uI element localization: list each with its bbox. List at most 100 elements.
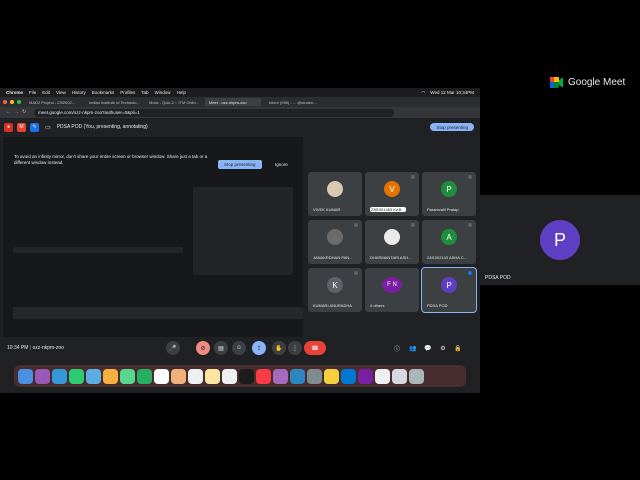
leave-call-button[interactable]: ☎ bbox=[304, 341, 326, 355]
participant-tile-self[interactable]: P PDSA POD bbox=[421, 267, 477, 313]
gmail-icon[interactable]: M bbox=[17, 122, 26, 132]
menu-chrome[interactable]: Chrome bbox=[6, 90, 23, 95]
activities-icon[interactable]: ⚙ bbox=[436, 341, 450, 355]
safari-icon[interactable] bbox=[52, 368, 67, 384]
tab-inbox[interactable]: Inbox (998) - ... @studen... bbox=[265, 98, 321, 106]
menu-file[interactable]: File bbox=[29, 90, 36, 95]
participant-tile[interactable]: A 24f1002143 ASHA C... bbox=[422, 220, 476, 264]
camera-off-icon[interactable]: ⊘ bbox=[196, 341, 210, 355]
mirror-ghost-bar bbox=[13, 247, 183, 253]
chat-icon[interactable]: 💬 bbox=[421, 341, 435, 355]
forward-icon[interactable]: → bbox=[14, 109, 19, 115]
captions-icon[interactable]: ▤ bbox=[214, 341, 228, 355]
participant-tile[interactable]: P Paramvalli Pratap bbox=[422, 172, 476, 216]
menubar-datetime[interactable]: Wed 12 Mar 10:34PM bbox=[430, 90, 474, 95]
participant-name: JANAKRDHAN PAN... bbox=[313, 255, 353, 260]
host-controls-icon[interactable]: 🔒 bbox=[451, 341, 465, 355]
maps-icon[interactable] bbox=[120, 368, 135, 384]
stop-presenting-button[interactable]: Stop presenting bbox=[430, 123, 474, 131]
participant-tile-others[interactable]: F N 4 others bbox=[365, 268, 419, 312]
menu-view[interactable]: View bbox=[56, 90, 66, 95]
warning-stop-presenting-button[interactable]: Stop presenting bbox=[218, 160, 262, 169]
trash-icon[interactable] bbox=[409, 368, 424, 384]
tv-icon[interactable] bbox=[239, 368, 254, 384]
tab-mad2-project[interactable]: MAD2 Project - 23f2002... bbox=[25, 98, 81, 106]
mic-icon[interactable]: 🎤 bbox=[166, 341, 180, 355]
wifi-icon[interactable]: ◠ bbox=[421, 90, 425, 96]
participant-name: 4 others bbox=[370, 303, 385, 308]
google-meet-logo: Google Meet bbox=[550, 77, 625, 88]
present-icon[interactable]: ⇪ bbox=[252, 341, 266, 355]
mic-icon bbox=[411, 223, 415, 227]
avatar bbox=[327, 229, 343, 245]
system-settings-icon[interactable] bbox=[307, 368, 322, 384]
podcasts-icon[interactable] bbox=[273, 368, 288, 384]
tab-mock-quiz[interactable]: Mock - Quiz-2 :: ITM Onlin... bbox=[145, 98, 201, 106]
warning-ignore-button[interactable]: Ignore bbox=[275, 162, 288, 167]
mail-icon[interactable] bbox=[86, 368, 101, 384]
contacts-icon[interactable] bbox=[171, 368, 186, 384]
participant-name: PDSA POD bbox=[427, 303, 448, 308]
participant-tile[interactable]: V 23f1001483 KAB... bbox=[365, 172, 419, 216]
mac-menu-bar: Chrome File Edit View History Bookmarks … bbox=[0, 88, 480, 97]
record-icon[interactable]: ● bbox=[4, 122, 13, 132]
menu-profiles[interactable]: Profiles bbox=[120, 90, 135, 95]
menu-tab[interactable]: Tab bbox=[141, 90, 148, 95]
calendar-icon[interactable] bbox=[154, 368, 169, 384]
menu-window[interactable]: Window bbox=[155, 90, 171, 95]
menu-bookmarks[interactable]: Bookmarks bbox=[92, 90, 115, 95]
annotate-icon[interactable]: ✎ bbox=[30, 122, 39, 132]
facetime-icon[interactable] bbox=[137, 368, 152, 384]
google-meet-wordmark: Google Meet bbox=[568, 77, 626, 88]
participant-tile[interactable]: VIVEK KUMAR bbox=[308, 172, 362, 216]
tab-meet[interactable]: Meet - ozz-nkpm-zoo bbox=[205, 98, 261, 106]
photos-icon[interactable] bbox=[103, 368, 118, 384]
mic-icon bbox=[468, 175, 472, 179]
info-icon[interactable]: ⓘ bbox=[390, 341, 404, 355]
participant-tile[interactable]: K KUMARI ANURADHA bbox=[308, 268, 362, 312]
menu-edit[interactable]: Edit bbox=[42, 90, 50, 95]
mic-icon bbox=[354, 271, 358, 275]
self-name: PDSA POD bbox=[485, 275, 511, 281]
menu-help[interactable]: Help bbox=[177, 90, 186, 95]
self-avatar: P bbox=[540, 220, 580, 260]
notes-icon[interactable] bbox=[205, 368, 220, 384]
freeform-icon[interactable] bbox=[222, 368, 237, 384]
mirror-ghost-dock bbox=[13, 307, 303, 319]
onenote-icon[interactable] bbox=[358, 368, 373, 384]
menu-history[interactable]: History bbox=[72, 90, 86, 95]
avatar: K bbox=[327, 277, 343, 293]
xp-pen-icon[interactable] bbox=[341, 368, 356, 384]
emoji-icon[interactable]: ☺ bbox=[232, 341, 246, 355]
finder-icon[interactable] bbox=[18, 368, 33, 384]
avatar-group: F N bbox=[382, 277, 402, 293]
music-icon[interactable] bbox=[256, 368, 271, 384]
participant-tile[interactable]: DHARMANTARI ASH... bbox=[365, 220, 419, 264]
participant-name: Paramvalli Pratap bbox=[427, 207, 459, 212]
avatar: P bbox=[441, 181, 457, 197]
people-icon[interactable]: 👥 bbox=[406, 341, 420, 355]
messages-icon[interactable] bbox=[69, 368, 84, 384]
minimize-window-icon[interactable] bbox=[10, 100, 14, 104]
mic-icon bbox=[411, 175, 415, 179]
more-options-icon[interactable]: ⋮ bbox=[288, 341, 302, 355]
chrome-icon[interactable] bbox=[324, 368, 339, 384]
google-meet-icon bbox=[550, 77, 563, 88]
launchpad-icon[interactable] bbox=[35, 368, 50, 384]
maximize-window-icon[interactable] bbox=[17, 100, 21, 104]
participant-tile[interactable]: JANAKRDHAN PAN... bbox=[308, 220, 362, 264]
downloads-icon[interactable] bbox=[392, 368, 407, 384]
tab-iit[interactable]: Indian Institute of Technolo... bbox=[85, 98, 141, 106]
raise-hand-icon[interactable]: ✋ bbox=[272, 341, 286, 355]
presenting-title: PDSA POD (You, presenting, annotating) bbox=[56, 124, 148, 130]
preview-icon[interactable] bbox=[375, 368, 390, 384]
avatar bbox=[384, 229, 400, 245]
mic-icon bbox=[354, 223, 358, 227]
reload-icon[interactable]: ↻ bbox=[22, 109, 26, 115]
address-bar[interactable]: meet.google.com/ozz-nkpm-zoo?authuser=0&… bbox=[34, 108, 394, 117]
infinity-mirror-warning: To avoid an infinity mirror, don't share… bbox=[14, 154, 208, 165]
app-store-icon[interactable] bbox=[290, 368, 305, 384]
close-window-icon[interactable] bbox=[3, 100, 7, 104]
reminders-icon[interactable] bbox=[188, 368, 203, 384]
back-icon[interactable]: ← bbox=[6, 109, 11, 115]
